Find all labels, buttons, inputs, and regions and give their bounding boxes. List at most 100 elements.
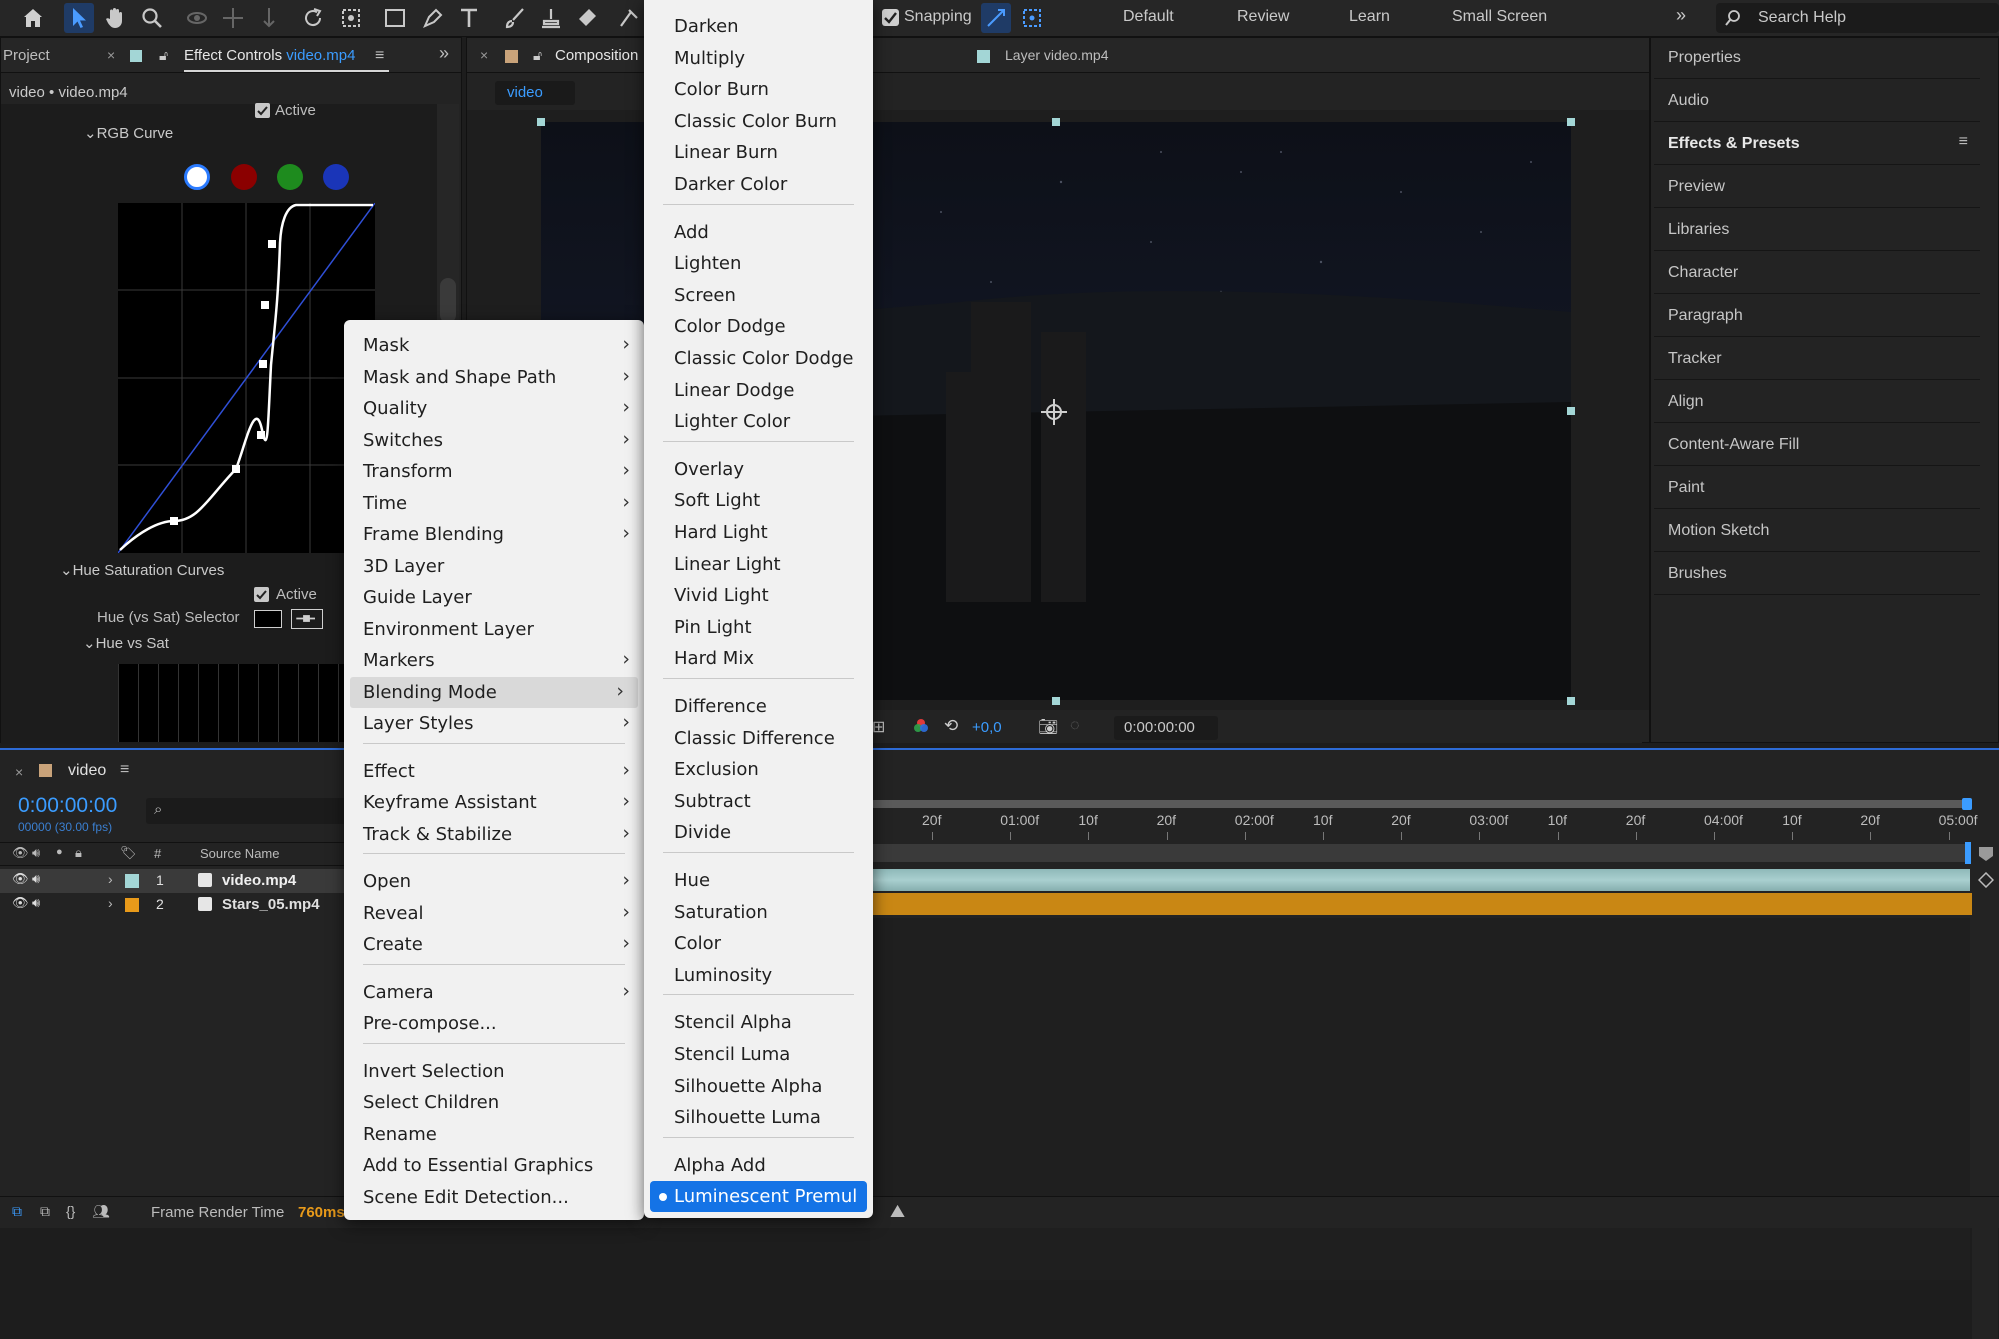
selection-arrow-icon[interactable]: [64, 3, 94, 33]
blend-mode-color-dodge[interactable]: Color Dodge: [644, 311, 873, 342]
blend-mode-hard-mix[interactable]: Hard Mix: [644, 643, 873, 674]
rgb-curve-graph[interactable]: [117, 202, 376, 554]
panel-motion-sketch[interactable]: Motion Sketch: [1654, 510, 1980, 552]
panel-effects-presets[interactable]: Effects & Presets ≡: [1654, 123, 1980, 165]
layer-bar-stars[interactable]: [870, 893, 1972, 915]
menu-item-quality[interactable]: Quality ›: [344, 393, 644, 424]
menu-item-guide-layer[interactable]: Guide Layer: [344, 582, 644, 613]
work-area-end-handle[interactable]: [1962, 798, 1972, 810]
rectangle-icon[interactable]: [380, 3, 410, 33]
layer-label-color[interactable]: [125, 898, 139, 912]
audio-icon[interactable]: 🔊︎: [32, 845, 40, 861]
zoom-out-mountains-icon[interactable]: ⛰︎: [890, 1201, 905, 1222]
blend-mode-stencil-alpha[interactable]: Stencil Alpha: [644, 1007, 873, 1038]
menu-item-keyframe-assistant[interactable]: Keyframe Assistant ›: [344, 787, 644, 818]
dolly-icon[interactable]: [254, 3, 284, 33]
menu-item-add-to-essential-graphics[interactable]: Add to Essential Graphics: [344, 1150, 644, 1181]
zoom-icon[interactable]: [137, 3, 167, 33]
audio-icon[interactable]: 🔊︎: [32, 895, 40, 911]
panel-paint[interactable]: Paint: [1654, 467, 1980, 509]
viewer-timecode-field[interactable]: 0:00:00:00: [1114, 716, 1218, 740]
time-end-marker[interactable]: [1965, 842, 1971, 864]
search-help-field[interactable]: Search Help: [1716, 3, 1999, 33]
blend-mode-lighter-color[interactable]: Lighter Color: [644, 406, 873, 437]
menu-item-3d-layer[interactable]: 3D Layer: [344, 551, 644, 582]
blend-mode-classic-difference[interactable]: Classic Difference: [644, 723, 873, 754]
workspace-small-screen[interactable]: Small Screen: [1452, 8, 1547, 26]
in-out-icon[interactable]: {}: [66, 1203, 75, 1219]
snap-features-icon[interactable]: [1017, 3, 1047, 33]
layer-label-color[interactable]: [125, 874, 139, 888]
menu-item-layer-styles[interactable]: Layer Styles ›: [344, 708, 644, 739]
tab-effect-controls[interactable]: Effect Controls video.mp4: [184, 47, 356, 64]
menu-item-reveal[interactable]: Reveal ›: [344, 898, 644, 929]
snap-edges-icon[interactable]: [981, 3, 1011, 33]
color-swatch[interactable]: [254, 610, 282, 628]
hue-vs-sat-toggle[interactable]: ⌄Hue vs Sat: [83, 634, 169, 652]
eye-icon[interactable]: 👁︎: [12, 895, 29, 911]
blend-mode-exclusion[interactable]: Exclusion: [644, 754, 873, 785]
eye-icon[interactable]: 👁︎: [12, 845, 29, 861]
blend-mode-stencil-luma[interactable]: Stencil Luma: [644, 1039, 873, 1070]
tab-project[interactable]: Project: [3, 47, 50, 64]
blend-mode-darker-color[interactable]: Darker Color: [644, 169, 873, 200]
menu-item-frame-blending[interactable]: Frame Blending ›: [344, 519, 644, 550]
eraser-icon[interactable]: [572, 3, 602, 33]
home-icon[interactable]: [18, 3, 48, 33]
panel-character[interactable]: Character: [1654, 252, 1980, 294]
blend-mode-luminescent-premul[interactable]: Luminescent Premul: [650, 1181, 867, 1213]
clone-stamp-icon[interactable]: [536, 3, 566, 33]
rgb-curve-toggle[interactable]: ⌄RGB Curve: [84, 124, 173, 142]
reset-exposure-icon[interactable]: ⟲: [944, 716, 958, 736]
comp-marker-bin-icon[interactable]: [1978, 846, 1994, 862]
transform-handle[interactable]: [1567, 697, 1575, 705]
channel-green-selector[interactable]: [277, 164, 303, 190]
solo-icon[interactable]: ●: [56, 846, 63, 858]
timeline-search-input[interactable]: ⌕: [146, 798, 346, 824]
channels-icon[interactable]: [912, 717, 930, 735]
chevron-right-icon[interactable]: ›: [108, 871, 113, 887]
snapshot-icon[interactable]: 📷︎: [1038, 717, 1058, 737]
show-snapshot-icon[interactable]: ◌: [1070, 717, 1080, 735]
blend-mode-linear-burn[interactable]: Linear Burn: [644, 137, 873, 168]
menu-item-transform[interactable]: Transform ›: [344, 456, 644, 487]
menu-item-select-children[interactable]: Select Children: [344, 1087, 644, 1118]
panel-menu-icon[interactable]: ≡: [375, 47, 384, 65]
menu-item-time[interactable]: Time ›: [344, 488, 644, 519]
panel-menu-icon[interactable]: ≡: [120, 761, 129, 779]
time-ruler-bar[interactable]: [870, 844, 1970, 862]
transfer-controls-icon[interactable]: ⧉: [40, 1203, 50, 1220]
blend-mode-color[interactable]: Color: [644, 928, 873, 959]
blend-mode-screen[interactable]: Screen: [644, 280, 873, 311]
blend-mode-subtract[interactable]: Subtract: [644, 786, 873, 817]
brush-icon[interactable]: [500, 3, 530, 33]
menu-item-switches[interactable]: Switches ›: [344, 425, 644, 456]
blend-mode-color-burn[interactable]: Color Burn: [644, 74, 873, 105]
menu-item-rename[interactable]: Rename: [344, 1119, 644, 1150]
grid-icon[interactable]: ⊞: [872, 717, 885, 737]
blend-mode-lighten[interactable]: Lighten: [644, 248, 873, 279]
menu-item-track-stabilize[interactable]: Track & Stabilize ›: [344, 819, 644, 850]
workspace-default[interactable]: Default: [1123, 8, 1174, 26]
lock-icon[interactable]: 🔓︎: [533, 47, 542, 64]
menu-item-create[interactable]: Create ›: [344, 929, 644, 960]
roto-brush-icon[interactable]: [614, 3, 644, 33]
blend-mode-hard-light[interactable]: Hard Light: [644, 517, 873, 548]
blend-mode-linear-light[interactable]: Linear Light: [644, 549, 873, 580]
close-icon[interactable]: ×: [107, 47, 115, 63]
blend-mode-silhouette-alpha[interactable]: Silhouette Alpha: [644, 1071, 873, 1102]
blend-mode-divide[interactable]: Divide: [644, 817, 873, 848]
blend-mode-soft-light[interactable]: Soft Light: [644, 485, 873, 516]
menu-item-open[interactable]: Open ›: [344, 866, 644, 897]
panel-brushes[interactable]: Brushes: [1654, 553, 1980, 595]
close-icon[interactable]: ×: [480, 47, 488, 63]
type-icon[interactable]: [454, 3, 484, 33]
menu-item-scene-edit-detection[interactable]: Scene Edit Detection...: [344, 1182, 644, 1213]
blend-mode-alpha-add[interactable]: Alpha Add: [644, 1150, 873, 1181]
blend-mode-pin-light[interactable]: Pin Light: [644, 612, 873, 643]
tab-layer-viewer[interactable]: Layer video.mp4: [1005, 47, 1109, 63]
timeline-comp-tab[interactable]: video: [68, 762, 106, 780]
blend-mode-difference[interactable]: Difference: [644, 691, 873, 722]
menu-item-mask[interactable]: Mask ›: [344, 330, 644, 361]
channel-rgb-selector[interactable]: [184, 164, 210, 190]
